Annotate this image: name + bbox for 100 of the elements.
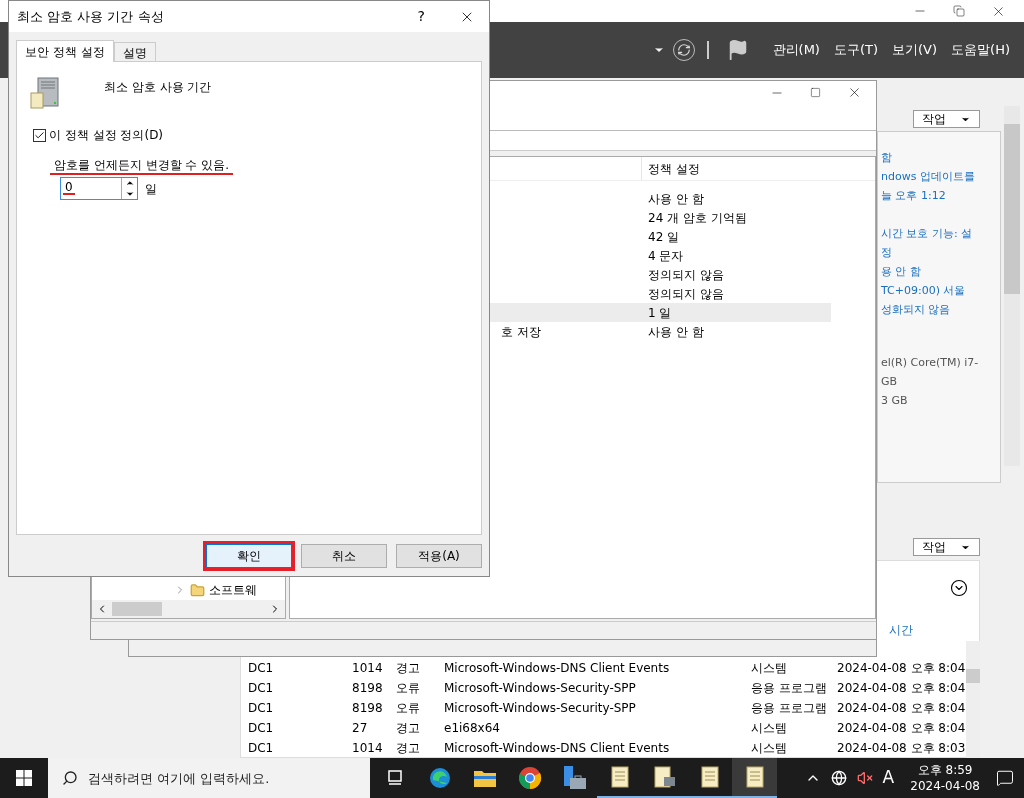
input-indicator[interactable]: A: [882, 765, 895, 791]
clock-time[interactable]: 오후 8:59: [917, 762, 973, 778]
description-text: 암호를 언제든지 변경할 수 있음.: [50, 158, 234, 175]
speaker-muted-icon[interactable]: [856, 770, 873, 786]
table-cell-text: 8198: [352, 700, 384, 717]
scroll-document-icon: [608, 765, 631, 789]
number-spinner[interactable]: 0: [60, 177, 138, 200]
maximize-icon[interactable]: [810, 87, 821, 98]
table-cell-text: 정의되지 않음: [647, 266, 724, 284]
property-value: el(R) Core(TM) i7-: [881, 355, 979, 371]
menu-item[interactable]: 관리(M): [772, 40, 820, 60]
checkbox-label[interactable]: 이 정책 설정 정의(D): [49, 126, 164, 144]
table-cell-text: 2024-04-08 오후 8:04: [837, 700, 966, 717]
checkbox[interactable]: [33, 128, 46, 142]
windows-logo-icon[interactable]: [16, 770, 32, 786]
menu-item[interactable]: 도움말(H): [951, 40, 1010, 60]
property-link[interactable]: 용 안 함: [881, 262, 921, 281]
table-cell-text: 응용 프로그램: [751, 680, 828, 697]
dialog-button[interactable]: 적용(A): [396, 544, 482, 568]
table-cell-text: Microsoft-Windows-DNS Client Events: [444, 660, 671, 677]
scrollbar-thumb[interactable]: [112, 602, 162, 616]
column-header[interactable]: 시간: [889, 621, 913, 639]
tab[interactable]: 보안 정책 설정: [16, 40, 114, 62]
table-cell-text: 시스템: [751, 740, 788, 757]
table-cell-text: DC1: [247, 720, 275, 737]
policy-name: 최소 암호 사용 기간: [104, 79, 212, 96]
search-icon: [62, 770, 78, 786]
table-cell-text: 응용 프로그램: [751, 700, 828, 717]
property-link[interactable]: TC+09:00) 서울: [881, 281, 966, 300]
table-cell-text: DC1: [247, 700, 275, 717]
property-value: GB: [881, 374, 898, 390]
property-value: 3 GB: [881, 393, 908, 409]
spinner-value: 0: [63, 178, 75, 195]
expand-icon[interactable]: [950, 579, 968, 597]
taskbar-app[interactable]: [732, 758, 777, 798]
property-link[interactable]: 시간 보호 기능: 설: [881, 224, 973, 243]
task-dropdown[interactable]: 작업: [913, 538, 980, 556]
document-tool-icon: [652, 765, 677, 789]
table-cell-text: DC1: [247, 680, 275, 697]
table-cell-text: DC1: [247, 660, 275, 677]
table-cell-text: 정의되지 않음: [647, 285, 724, 303]
clock-date[interactable]: 2024-04-08: [910, 778, 980, 794]
menu-item[interactable]: 보기(V): [892, 40, 938, 60]
restore-icon[interactable]: [953, 5, 965, 17]
help-button[interactable]: ?: [417, 6, 425, 27]
table-cell-text: 오류: [396, 680, 421, 697]
folder-icon: [190, 582, 205, 598]
table-cell-text: 8198: [352, 680, 384, 697]
table-cell-text: 경고: [396, 740, 421, 757]
network-globe-icon[interactable]: [830, 770, 847, 786]
tree-item[interactable]: 소프트웨: [209, 581, 257, 599]
table-cell-text: 시스템: [751, 720, 788, 737]
table-cell-text: 24 개 암호 기억됨: [647, 209, 747, 227]
task-dropdown[interactable]: 작업: [913, 110, 980, 128]
table-cell-text: 시스템: [751, 660, 788, 677]
dialog-button[interactable]: 확인: [206, 544, 292, 568]
property-link[interactable]: 정: [881, 243, 892, 262]
notifications-icon[interactable]: [996, 769, 1014, 787]
scroll-document-icon: [743, 765, 766, 789]
table-cell-text: 1014: [352, 660, 384, 677]
table-cell-text: 경고: [396, 720, 421, 737]
browser-circle-icon: [517, 766, 542, 790]
table-cell-text: 호 저장: [501, 323, 541, 341]
dialog-title: 최소 암호 사용 기간 속성: [17, 7, 165, 26]
folder-icon: [472, 768, 497, 788]
dialog-button[interactable]: 취소: [301, 544, 387, 568]
table-cell-text: 27: [352, 720, 369, 737]
table-cell-text: 사용 안 함: [647, 190, 704, 208]
search-field[interactable]: 검색하려면 여기에 입력하세요.: [48, 758, 370, 798]
table-cell-text: 2024-04-08 오후 8:04: [837, 680, 966, 697]
property-link[interactable]: 함: [881, 148, 892, 167]
property-link[interactable]: ndows 업데이트를: [881, 167, 975, 186]
property-link[interactable]: 성화되지 않음: [881, 300, 951, 319]
table-cell-text: 2024-04-08 오후 8:03: [837, 740, 966, 757]
table-cell-text: e1i68x64: [444, 720, 501, 737]
table-cell-text: 2024-04-08 오후 8:04: [837, 720, 966, 737]
table-cell-text: 4 문자: [647, 247, 684, 265]
task-view-icon: [385, 769, 404, 787]
table-cell-text: 2024-04-08 오후 8:04: [837, 660, 966, 677]
table-cell-text: 1 일: [647, 304, 672, 322]
table-cell-text: Microsoft-Windows-Security-SPP: [444, 680, 637, 697]
property-link[interactable]: 늘 오후 1:12: [881, 186, 946, 205]
check-icon: [34, 129, 45, 141]
menu-item[interactable]: 도구(T): [833, 40, 879, 60]
close-icon[interactable]: [847, 85, 862, 100]
table-cell-text: Microsoft-Windows-DNS Client Events: [444, 740, 671, 757]
tab[interactable]: 설명: [113, 42, 156, 62]
table-cell-text: 경고: [396, 660, 421, 677]
server-toolbox-icon: [561, 765, 588, 791]
browser-wave-icon: [427, 766, 452, 790]
table-cell-text: 42 일: [647, 228, 680, 246]
table-cell-text: Microsoft-Windows-Security-SPP: [444, 700, 637, 717]
table-cell-text: 사용 안 함: [647, 323, 704, 341]
table-cell-text: 1014: [352, 740, 384, 757]
unit-label: 일: [145, 180, 157, 198]
server-document-icon: [28, 76, 62, 110]
table-cell-text: DC1: [247, 740, 275, 757]
scroll-document-icon: [698, 765, 721, 789]
column-header[interactable]: 정책 설정: [641, 157, 831, 180]
table-cell-text: 오류: [396, 700, 421, 717]
